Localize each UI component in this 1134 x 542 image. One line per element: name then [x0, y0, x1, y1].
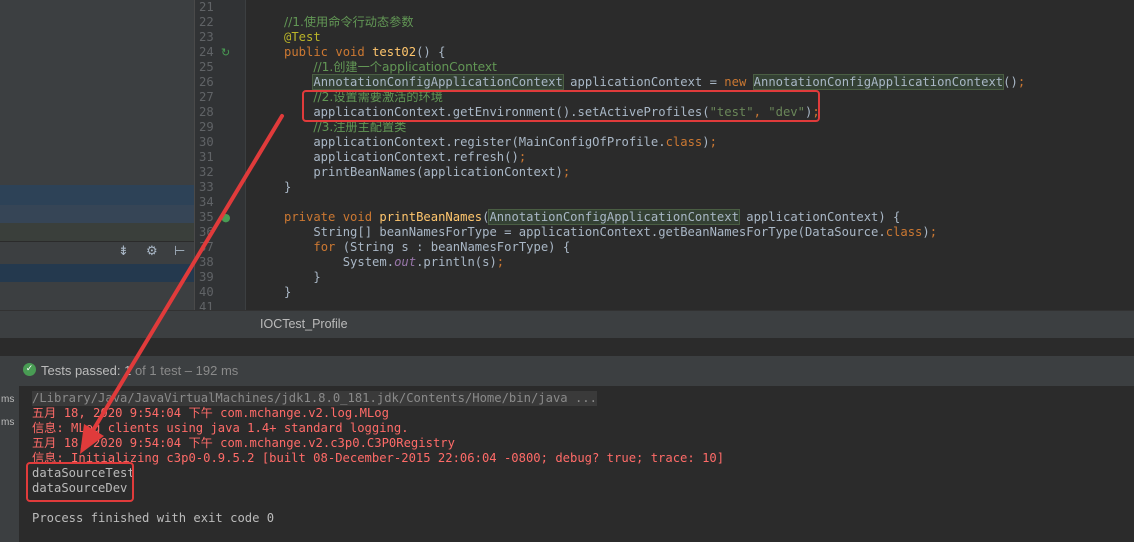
code-line[interactable]: 31 applicationContext.refresh();	[195, 150, 1134, 165]
code-text[interactable]: }	[284, 180, 291, 195]
code-text[interactable]: public void test02() {	[284, 45, 445, 60]
line-number: 27	[199, 90, 214, 104]
code-text[interactable]: applicationContext.register(MainConfigOf…	[284, 135, 717, 150]
highlight-box-output	[26, 462, 134, 502]
code-line[interactable]: 38 System.out.println(s);	[195, 255, 1134, 270]
tree-row-selected[interactable]	[0, 185, 194, 205]
line-number: 28	[199, 105, 214, 119]
line-number: 29	[199, 120, 214, 134]
code-text[interactable]: }	[284, 285, 291, 300]
tab-ioctest-profile[interactable]: IOCTest_Profile	[260, 317, 348, 331]
line-number: 26	[199, 75, 214, 89]
line-number: 37	[199, 240, 214, 254]
project-panel: ⇟ ⚙ ⊢	[0, 0, 194, 310]
code-text[interactable]: private void printBeanNames(AnnotationCo…	[284, 209, 900, 225]
highlight-box-setactiveprofiles	[302, 90, 820, 122]
line-number: 36	[199, 225, 214, 239]
code-line[interactable]: 23 @Test	[195, 30, 1134, 45]
code-text[interactable]: //1.使用命令行动态参数	[284, 15, 414, 30]
line-number: 39	[199, 270, 214, 284]
code-text[interactable]: }	[284, 270, 320, 285]
line-number: 35	[199, 210, 214, 224]
code-line[interactable]: 24 public void test02() { ↻	[195, 45, 1134, 60]
line-number: 24	[199, 45, 214, 59]
code-line[interactable]: 21	[195, 0, 1134, 15]
code-text[interactable]: AnnotationConfigApplicationContext appli…	[284, 74, 1025, 90]
duration-label: ms	[1, 417, 15, 428]
console-line: 五月 18, 2020 9:54:04 下午 com.mchange.v2.c3…	[32, 436, 455, 450]
panel-toolbar: ⇟ ⚙ ⊢	[0, 241, 194, 265]
line-number: 22	[199, 15, 214, 29]
duration-label: ms	[1, 394, 15, 405]
gear-icon[interactable]: ⚙	[146, 244, 158, 259]
line-number: 40	[199, 285, 214, 299]
tree-row[interactable]	[0, 205, 194, 223]
line-number: 32	[199, 165, 214, 179]
code-text[interactable]: String[] beanNamesForType = applicationC…	[284, 225, 937, 240]
code-line[interactable]: 34	[195, 195, 1134, 210]
tests-passed-label: Tests passed: 1 of 1 test – 192 ms	[41, 363, 239, 378]
line-number: 34	[199, 195, 214, 209]
code-line[interactable]: 29 //3.注册主配置类	[195, 120, 1134, 135]
line-number: 30	[199, 135, 214, 149]
code-editor[interactable]: 21 22 //1.使用命令行动态参数 23 @Test 24 public void te…	[195, 0, 1134, 310]
tests-detail: of 1 test – 192 ms	[131, 363, 239, 378]
console-line: Process finished with exit code 0	[32, 511, 275, 525]
run-console[interactable]: ms ms /Library/Java/JavaVirtualMachines/…	[0, 386, 1134, 542]
line-number: 25	[199, 60, 214, 74]
check-icon: ✓	[23, 363, 36, 376]
code-text[interactable]: //1.创建一个applicationContext	[284, 60, 497, 75]
line-number: 23	[199, 30, 214, 44]
run-test-icon[interactable]: ↻	[221, 45, 230, 60]
code-line[interactable]: 33}	[195, 180, 1134, 195]
code-text[interactable]: applicationContext.refresh();	[284, 150, 526, 165]
code-line[interactable]: 32 printBeanNames(applicationContext);	[195, 165, 1134, 180]
console-line: 五月 18, 2020 9:54:04 下午 com.mchange.v2.lo…	[32, 406, 389, 420]
tree-row[interactable]	[0, 264, 194, 282]
code-text[interactable]: //3.注册主配置类	[284, 120, 406, 135]
method-marker-icon[interactable]: ●	[221, 210, 231, 225]
code-line[interactable]: 40}	[195, 285, 1134, 300]
collapse-icon[interactable]: ⇟	[118, 244, 129, 259]
java-command-line[interactable]: /Library/Java/JavaVirtualMachines/jdk1.8…	[32, 391, 597, 406]
console-line: 信息: Initializing c3p0-0.9.5.2 [built 08-…	[32, 451, 725, 465]
code-line[interactable]: 41	[195, 300, 1134, 310]
code-line[interactable]: 22 //1.使用命令行动态参数	[195, 15, 1134, 30]
console-gutter: ms ms	[0, 386, 20, 542]
line-number: 33	[199, 180, 214, 194]
console-line: 信息: MLog clients using java 1.4+ standar…	[32, 421, 409, 435]
code-text[interactable]: for (String s : beanNamesForType) {	[284, 240, 570, 255]
code-line[interactable]: 36 String[] beanNamesForType = applicati…	[195, 225, 1134, 240]
code-text[interactable]: @Test	[284, 30, 321, 45]
pin-icon[interactable]: ⊢	[174, 244, 185, 259]
code-line[interactable]: 25 //1.创建一个applicationContext	[195, 60, 1134, 75]
line-number: 31	[199, 150, 214, 164]
line-number: 38	[199, 255, 214, 269]
test-status-bar: ✓ Tests passed: 1 of 1 test – 192 ms	[0, 356, 1134, 386]
code-line[interactable]: 37 for (String s : beanNamesForType) {	[195, 240, 1134, 255]
tree-row[interactable]	[0, 223, 194, 241]
separator	[0, 338, 1134, 356]
code-line[interactable]: 26 AnnotationConfigApplicationContext ap…	[195, 74, 1134, 90]
run-tab-bar: IOCTest_Profile	[0, 310, 1134, 339]
code-line[interactable]: 35 private void printBeanNames(Annotation…	[195, 209, 1134, 225]
code-text[interactable]: System.out.println(s);	[284, 255, 504, 270]
code-line[interactable]: 39 }	[195, 270, 1134, 285]
line-number: 21	[199, 0, 214, 14]
code-text[interactable]: printBeanNames(applicationContext);	[284, 165, 570, 180]
line-number: 41	[199, 300, 214, 310]
code-line[interactable]: 30 applicationContext.register(MainConfi…	[195, 135, 1134, 150]
